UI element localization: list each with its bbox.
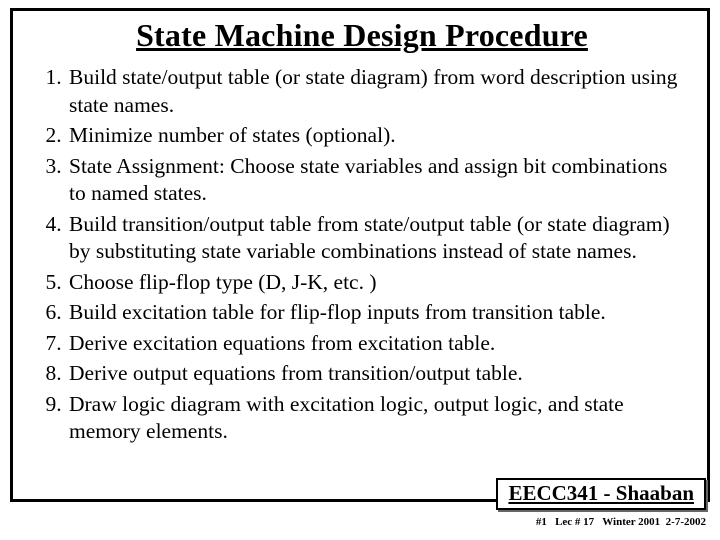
list-item: State Assignment: Choose state variables…	[67, 153, 689, 208]
slide-title: State Machine Design Procedure	[35, 17, 689, 54]
procedure-list: Build state/output table (or state diagr…	[39, 64, 689, 446]
list-item: Draw logic diagram with excitation logic…	[67, 391, 689, 446]
slide: State Machine Design Procedure Build sta…	[0, 0, 720, 540]
list-item: Build state/output table (or state diagr…	[67, 64, 689, 119]
list-item: Derive output equations from transition/…	[67, 360, 689, 388]
list-item: Choose flip-flop type (D, J-K, etc. )	[67, 269, 689, 297]
list-item: Build transition/output table from state…	[67, 211, 689, 266]
list-item: Minimize number of states (optional).	[67, 122, 689, 150]
list-item: Build excitation table for flip-flop inp…	[67, 299, 689, 327]
slide-footer: #1 Lec # 17 Winter 2001 2-7-2002	[536, 516, 706, 528]
slide-frame: State Machine Design Procedure Build sta…	[10, 8, 710, 502]
course-box: EECC341 - Shaaban	[496, 478, 706, 510]
list-item: Derive excitation equations from excitat…	[67, 330, 689, 358]
